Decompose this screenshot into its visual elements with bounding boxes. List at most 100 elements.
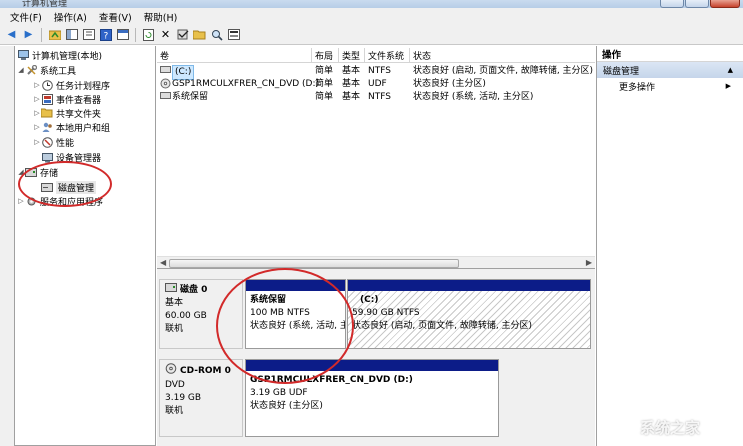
column-header-filesystem[interactable]: 文件系统 [365, 48, 410, 63]
filesystem-cell: NTFS [368, 66, 391, 76]
more-actions-item[interactable]: 更多操作 ▶ [597, 78, 743, 94]
open-folder-icon[interactable] [192, 27, 207, 42]
volume-list: 卷 布局 类型 文件系统 状态 (C:) 简单 基本 NTFS 状态良好 (启动… [157, 48, 595, 272]
collapse-arrow-icon[interactable]: ◢ [17, 66, 25, 74]
status-cell: 状态良好 (启动, 页面文件, 故障转储, 主分区) [413, 66, 594, 76]
volume-icon [160, 91, 171, 105]
volume-icon [160, 65, 171, 79]
performance-icon [41, 136, 53, 148]
annotation-circle [216, 268, 354, 384]
tree-label: 本地用户和组 [56, 123, 111, 134]
expand-arrow-icon[interactable]: ▷ [33, 123, 41, 131]
tree-label: 计算机管理(本地) [32, 51, 103, 62]
filesystem-cell: UDF [368, 79, 387, 89]
table-row[interactable]: 系统保留 简单 基本 NTFS 状态良好 (系统, 活动, 主分区) [157, 91, 595, 104]
minimize-button[interactable] [660, 0, 684, 8]
disk-graphical-view: 磁盘 0 基本 60.00 GB 联机 系统保留 100 MB NTFS 状态良… [157, 268, 595, 446]
menu-view[interactable]: 查看(V) [93, 10, 138, 24]
close-button[interactable] [710, 0, 740, 8]
actions-pane: 操作 磁盘管理 ▲ 更多操作 ▶ [596, 46, 743, 446]
toolbar: ◀ ▶ ? ✕ [0, 25, 743, 45]
navigation-tree: 计算机管理(本地) ◢ 系统工具 ▷ 任务计划程序 ▷ 事件查看器 ▷ 共享文件… [14, 46, 156, 446]
column-header-status[interactable]: 状态 [410, 48, 595, 63]
partition-c-drive[interactable]: (C:) 59.90 GB NTFS 状态良好 (启动, 页面文件, 故障转储,… [347, 279, 591, 349]
title-bar: 计算机管理 [0, 0, 743, 8]
disk-list-icon[interactable] [226, 27, 241, 42]
menu-file[interactable]: 文件(F) [4, 10, 48, 24]
scrollbar-thumb[interactable] [169, 259, 459, 268]
tree-item-system-tools[interactable]: ◢ 系统工具 [17, 63, 76, 77]
menu-action[interactable]: 操作(A) [48, 10, 93, 24]
delete-icon[interactable]: ✕ [158, 27, 173, 42]
layout-cell: 简单 [315, 66, 334, 76]
status-cell: 状态良好 (主分区) [413, 79, 486, 89]
collapse-up-icon[interactable]: ▲ [728, 66, 733, 74]
show-hide-tree-icon[interactable] [64, 27, 79, 42]
actions-header: 操作 [597, 46, 743, 62]
up-folder-icon[interactable] [47, 27, 62, 42]
maximize-button[interactable] [685, 0, 709, 8]
toolbar-separator [135, 27, 136, 42]
main-content: 卷 布局 类型 文件系统 状态 (C:) 简单 基本 NTFS 状态良好 (启动… [157, 46, 595, 446]
tree-item-event-viewer[interactable]: ▷ 事件查看器 [33, 92, 101, 106]
column-header-layout[interactable]: 布局 [312, 48, 339, 63]
menu-help[interactable]: 帮助(H) [138, 10, 184, 24]
expand-arrow-icon[interactable]: ▷ [33, 138, 41, 146]
svg-text:?: ? [103, 31, 108, 41]
tree-label: 任务计划程序 [56, 81, 111, 92]
tree-label: 事件查看器 [56, 95, 102, 106]
disk-type: DVD [165, 380, 185, 390]
console-window-icon[interactable] [115, 27, 130, 42]
annotation-circle [18, 161, 112, 207]
actions-section-disk-management[interactable]: 磁盘管理 ▲ [597, 62, 743, 78]
disk-name: 磁盘 0 [180, 284, 208, 295]
table-row[interactable]: (C:) 简单 基本 NTFS 状态良好 (启动, 页面文件, 故障转储, 主分… [157, 65, 595, 80]
chevron-right-icon: ▶ [725, 82, 731, 90]
search-icon[interactable] [209, 27, 224, 42]
expand-arrow-icon[interactable]: ▷ [33, 95, 41, 103]
type-cell: 基本 [342, 66, 361, 76]
tree-label: 共享文件夹 [56, 109, 102, 120]
partition-name: (C:) [360, 295, 379, 305]
left-edge [0, 46, 14, 446]
cdrom-icon [165, 363, 177, 379]
expand-arrow-icon[interactable]: ▷ [33, 81, 41, 89]
scroll-left-icon[interactable]: ◀ [160, 258, 166, 267]
table-row[interactable]: GSP1RMCULXFRER_CN_DVD (D:) 简单 基本 UDF 状态良… [157, 78, 595, 91]
clock-icon [41, 79, 53, 91]
type-cell: 基本 [342, 79, 361, 89]
partition-status: 状态良好 (启动, 页面文件, 故障转储, 主分区) [352, 321, 533, 331]
expand-arrow-icon[interactable]: ▷ [33, 109, 41, 117]
volume-cell: 系统保留 [172, 92, 209, 102]
status-cell: 状态良好 (系统, 活动, 主分区) [413, 92, 534, 102]
tree-item-performance[interactable]: ▷ 性能 [33, 135, 74, 149]
back-icon[interactable]: ◀ [4, 27, 19, 42]
event-log-icon [41, 93, 53, 105]
partition-size: 59.90 GB NTFS [352, 308, 420, 318]
expand-arrow-icon[interactable]: ▷ [17, 197, 25, 205]
tree-label: 性能 [56, 138, 75, 149]
column-header-type[interactable]: 类型 [339, 48, 365, 63]
menu-bar: 文件(F) 操作(A) 查看(V) 帮助(H) [0, 8, 743, 25]
partition-size: 3.19 GB UDF [250, 388, 308, 398]
type-cell: 基本 [342, 92, 361, 102]
help-icon[interactable]: ? [98, 27, 113, 42]
disk-size: 3.19 GB [165, 393, 202, 403]
tree-item-shared-folders[interactable]: ▷ 共享文件夹 [33, 106, 101, 120]
cdrom-0-row[interactable]: CD-ROM 0 DVD 3.19 GB 联机 GSP1RMCULXFRER_C… [159, 359, 591, 437]
tree-item-task-scheduler[interactable]: ▷ 任务计划程序 [33, 78, 110, 92]
tree-item-local-users[interactable]: ▷ 本地用户和组 [33, 120, 110, 134]
window-title: 计算机管理 [22, 0, 68, 8]
filesystem-cell: NTFS [368, 92, 391, 102]
computer-management-icon [17, 49, 29, 61]
refresh-disk-icon[interactable] [141, 27, 156, 42]
check-icon[interactable] [175, 27, 190, 42]
cdrom-0-label[interactable]: CD-ROM 0 DVD 3.19 GB 联机 [159, 359, 243, 437]
forward-icon[interactable]: ▶ [21, 27, 36, 42]
column-header-volume[interactable]: 卷 [157, 48, 312, 63]
scroll-right-icon[interactable]: ▶ [586, 258, 592, 267]
disk-icon [165, 283, 177, 297]
tree-item-root[interactable]: 计算机管理(本地) [17, 48, 102, 62]
properties-icon[interactable] [81, 27, 96, 42]
volume-cell: GSP1RMCULXFRER_CN_DVD (D:) [172, 79, 320, 89]
